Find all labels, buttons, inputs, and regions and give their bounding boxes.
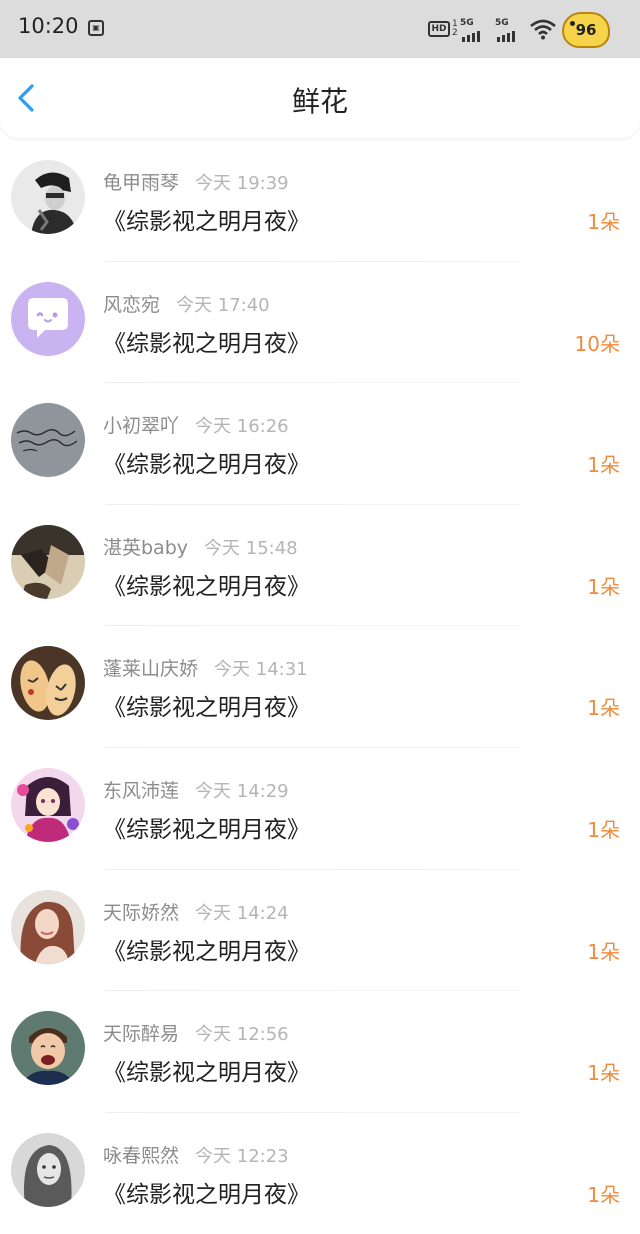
book-title: 《综影视之明月夜》	[103, 938, 310, 965]
flower-count: 1朵	[587, 939, 620, 964]
list-item[interactable]: 天际娇然 今天 14:24 《综影视之明月夜》 1朵	[0, 870, 640, 992]
battery-indicator: 96	[562, 12, 610, 48]
app-notification-icon: ▣	[88, 20, 104, 36]
list-item[interactable]: 风恋宛 今天 17:40 《综影视之明月夜》 10朵	[0, 262, 640, 384]
list-item[interactable]: 湛英baby 今天 15:48 《综影视之明月夜》 1朵	[0, 505, 640, 627]
gift-time: 今天 12:56	[195, 1024, 289, 1046]
laughing-child-avatar[interactable]	[11, 1011, 85, 1086]
list-item[interactable]: 小初翠吖 今天 16:26 《综影视之明月夜》 1朵	[0, 383, 640, 505]
book-title: 《综影视之明月夜》	[103, 452, 310, 479]
user-name: 东风沛莲 今天 14:29	[103, 779, 289, 802]
wifi-icon	[530, 19, 556, 40]
flower-count: 10朵	[574, 331, 620, 356]
flower-gift-list: 龟甲雨琴 今天 19:39 《综影视之明月夜》 1朵 风恋宛 今天 17:40 《综…	[0, 140, 640, 1234]
list-item[interactable]: 东风沛莲 今天 14:29 《综影视之明月夜》 1朵	[0, 748, 640, 870]
woman-portrait-avatar[interactable]	[11, 889, 85, 964]
status-time: 10:20	[18, 14, 79, 38]
nav-bar: 鲜花	[0, 58, 640, 138]
gift-time: 今天 12:23	[195, 1145, 289, 1167]
gift-time: 今天 14:29	[195, 780, 289, 802]
user-name: 天际娇然 今天 14:24	[103, 901, 289, 924]
user-name: 湛英baby 今天 15:48	[103, 536, 298, 559]
list-item[interactable]: 蓬莱山庆娇 今天 14:31 《综影视之明月夜》 1朵	[0, 626, 640, 748]
book-title: 《综影视之明月夜》	[103, 209, 310, 235]
gift-time: 今天 17:40	[176, 294, 270, 316]
book-title: 《综影视之明月夜》	[103, 1181, 310, 1208]
flower-count: 1朵	[587, 1182, 620, 1207]
gift-time: 今天 16:26	[195, 416, 289, 438]
gift-time: 今天 14:31	[214, 659, 308, 681]
user-name: 风恋宛 今天 17:40	[103, 293, 270, 316]
handwriting-avatar[interactable]	[11, 403, 85, 478]
shoes-avatar[interactable]	[11, 524, 85, 599]
list-item[interactable]: 天际醉易 今天 12:56 《综影视之明月夜》 1朵	[0, 991, 640, 1113]
book-title: 《综影视之明月夜》	[103, 330, 310, 357]
gift-time: 今天 15:48	[204, 537, 298, 559]
book-title: 《综影视之明月夜》	[103, 695, 310, 722]
flower-count: 1朵	[587, 696, 620, 721]
user-name: 龟甲雨琴 今天 19:39	[103, 172, 289, 194]
list-item[interactable]: 咏春熙然 今天 12:23 《综影视之明月夜》 1朵	[0, 1113, 640, 1234]
user-name: 咏春熙然 今天 12:23	[103, 1144, 289, 1167]
hd-voice-icon: HD	[428, 21, 450, 37]
gift-time: 今天 19:39	[195, 173, 289, 194]
flower-count: 1朵	[587, 210, 620, 234]
anime-girl-avatar[interactable]	[11, 767, 85, 842]
bw-woman-avatar[interactable]	[11, 1132, 85, 1207]
bw-portrait-avatar[interactable]	[11, 160, 85, 234]
user-name: 天际醉易 今天 12:56	[103, 1023, 289, 1046]
hd-voice-sub: 12	[452, 19, 458, 38]
flower-count: 1朵	[587, 817, 620, 842]
user-name: 小初翠吖 今天 16:26	[103, 415, 289, 438]
gift-time: 今天 14:24	[195, 902, 289, 924]
user-name: 蓬莱山庆娇 今天 14:31	[103, 658, 308, 681]
status-bar: 10:20 ▣ HD 12 5G 5G 96	[0, 0, 640, 58]
book-title: 《综影视之明月夜》	[103, 573, 310, 600]
page-title: 鲜花	[291, 85, 348, 118]
purple-chat-bubble-avatar[interactable]	[11, 281, 85, 356]
flower-count: 1朵	[587, 1061, 620, 1086]
flower-count: 1朵	[587, 453, 620, 478]
book-title: 《综影视之明月夜》	[103, 816, 310, 843]
list-item[interactable]: 龟甲雨琴 今天 19:39 《综影视之明月夜》 1朵	[0, 140, 640, 262]
book-title: 《综影视之明月夜》	[103, 1060, 310, 1087]
flower-count: 1朵	[587, 574, 620, 599]
finger-faces-avatar[interactable]	[11, 646, 85, 721]
